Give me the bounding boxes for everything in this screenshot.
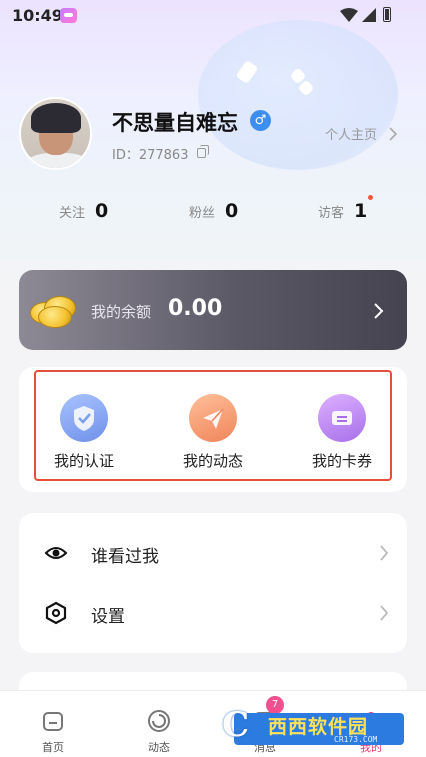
eye-icon (44, 547, 68, 559)
status-bar: 10:49 (0, 0, 426, 32)
chevron-right-icon[interactable] (373, 302, 385, 320)
stat-label: 访客 (318, 206, 345, 221)
watermark-domain: CR173.COM (334, 735, 378, 744)
settings-icon (45, 601, 67, 625)
mascot-bubble (198, 20, 398, 170)
stat-fans[interactable]: 粉丝 0 (189, 200, 238, 226)
stat-value: 0 (225, 200, 239, 222)
balance-label: 我的余额 (91, 303, 152, 321)
stat-label: 粉丝 (189, 206, 216, 221)
tab-label: 首页 (42, 741, 64, 754)
stat-value: 0 (95, 200, 109, 222)
battery-icon (383, 7, 391, 22)
stat-visitors[interactable]: 访客 1 (318, 200, 367, 226)
menu-item-label: 设置 (91, 607, 125, 627)
user-id: ID：277863 (112, 148, 189, 163)
coins-icon (30, 294, 80, 330)
site-watermark: C 西西软件园 CR173.COM (222, 705, 412, 749)
username: 不思量自难忘 (112, 111, 238, 135)
tab-home[interactable]: 首页 (0, 691, 106, 757)
gender-male-icon: ♂ (250, 110, 271, 131)
avatar[interactable] (19, 97, 92, 170)
homepage-link[interactable]: 个人主页 (325, 124, 377, 143)
stat-label: 关注 (59, 206, 86, 221)
tab-label: 动态 (148, 741, 170, 754)
watermark-logo-icon: C (222, 705, 250, 745)
menu-item-settings[interactable]: 设置 (19, 583, 407, 643)
app-notification-icon (60, 8, 77, 23)
stat-value: 1 (354, 200, 368, 222)
annotation-highlight-box (34, 370, 392, 481)
new-visitor-dot (368, 195, 373, 200)
home-icon (43, 712, 63, 731)
menu-item-visitors[interactable]: 谁看过我 (19, 523, 407, 583)
wifi-icon (340, 8, 358, 22)
status-time: 10:49 (12, 6, 63, 25)
moments-icon (148, 710, 170, 732)
chevron-right-icon (380, 545, 389, 561)
menu-item-label: 谁看过我 (91, 547, 159, 567)
chevron-right-icon[interactable] (388, 126, 398, 142)
signal-icon (362, 8, 376, 22)
copy-icon[interactable] (197, 145, 210, 158)
chevron-right-icon (380, 605, 389, 621)
tab-moments[interactable]: 动态 (106, 691, 212, 757)
stat-following[interactable]: 关注 0 (59, 200, 108, 226)
balance-value: 0.00 (168, 296, 223, 321)
